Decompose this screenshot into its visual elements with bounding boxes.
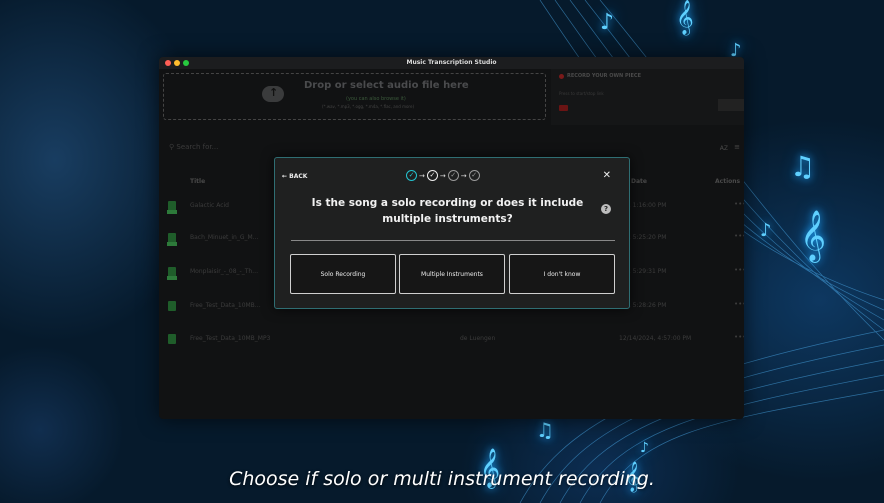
record-button[interactable] [559,105,568,111]
column-header-title[interactable]: Title [190,178,205,185]
record-side-button[interactable] [718,99,744,111]
search-icon: ⚲ [169,143,175,151]
window-titlebar: Music Transcription Studio [159,57,744,69]
record-title: RECORD YOUR OWN PIECE [567,73,641,79]
table-row[interactable]: Free_Test_Data_10MB_MP3 de Luengen 12/14… [159,331,744,351]
step-4-check-icon: ✓ [468,170,480,181]
close-window-button[interactable] [165,60,171,66]
record-dot-icon [559,74,564,79]
file-icon [168,301,176,311]
record-subtitle: Press to start/stop link [559,91,604,96]
step-arrow-icon: → [419,171,425,180]
back-button[interactable]: ← BACK [282,173,307,180]
row-artist: de Luengen [460,335,496,342]
music-note-icon: ♪ [760,220,772,241]
filter-icon[interactable]: ≡ [734,143,740,151]
music-file-icon [167,233,177,246]
dropzone-subtitle: (you can also browse it) [346,96,406,102]
multiple-instruments-button[interactable]: Multiple Instruments [399,254,505,294]
window-title: Music Transcription Studio [406,59,497,66]
music-note-icon: ♫ [790,150,816,183]
row-title: Free_Test_Data_10MB_MP3 [190,335,271,342]
row-title: Bach_Minuet_in_G_M… [190,234,259,241]
music-file-icon [167,267,177,280]
row-title: Monplaisir_-_08_-_Th… [190,268,259,275]
more-actions-button[interactable]: ••• [734,300,744,308]
window-controls [165,60,189,66]
step-1-check-icon: ✓ [406,170,417,181]
audio-dropzone[interactable]: Drop or select audio file here (you can … [163,73,546,120]
treble-clef-icon: 𝄞 [800,210,827,261]
video-caption: Choose if solo or multi instrument recor… [229,468,655,490]
column-header-actions: Actions [715,178,741,185]
record-panel: RECORD YOUR OWN PIECE Press to start/sto… [551,69,744,125]
row-title: Free_Test_Data_10MB… [190,302,261,309]
treble-clef-icon: 𝄞 [676,0,694,35]
dialog-question: Is the song a solo recording or does it … [311,197,584,225]
maximize-window-button[interactable] [183,60,189,66]
step-arrow-icon: → [439,171,446,180]
dropzone-title: Drop or select audio file here [304,80,469,91]
music-file-icon [167,201,177,214]
music-note-icon: ♫ [536,418,554,442]
step-2-check-icon: ✓ [426,170,438,181]
music-note-icon: ♪ [600,10,615,35]
dont-know-button[interactable]: I don't know [509,254,615,294]
instrument-question-dialog: ← BACK ✓ → ✓ → ✓ → ✓ ✕ Is the song a sol… [274,157,630,309]
sort-az-button[interactable]: AZ [720,145,728,152]
search-input[interactable]: ⚲ Search for... [169,143,218,151]
column-header-date[interactable]: Date [631,178,647,185]
more-actions-button[interactable]: ••• [734,232,744,240]
more-actions-button[interactable]: ••• [734,200,744,208]
dropzone-file-types: (*.wav, *.mp3, *.ogg, *.m4a, *.flac, and… [322,104,415,109]
music-note-icon: ♪ [640,440,649,456]
row-title: Galactic Acid [190,202,229,209]
file-icon [168,334,176,344]
more-actions-button[interactable]: ••• [734,333,744,341]
search-placeholder: Search for... [176,143,219,151]
more-actions-button[interactable]: ••• [734,266,744,274]
dialog-divider [291,240,615,241]
minimize-window-button[interactable] [174,60,180,66]
solo-recording-button[interactable]: Solo Recording [290,254,396,294]
step-progress: ✓ → ✓ → ✓ → ✓ [406,170,480,181]
help-icon[interactable]: ? [601,204,611,214]
step-3-check-icon: ✓ [447,170,459,181]
step-arrow-icon: → [460,171,467,180]
row-date: 12/14/2024, 4:57:00 PM [619,335,692,342]
close-icon[interactable]: ✕ [603,170,611,181]
upload-cloud-icon [262,86,284,102]
